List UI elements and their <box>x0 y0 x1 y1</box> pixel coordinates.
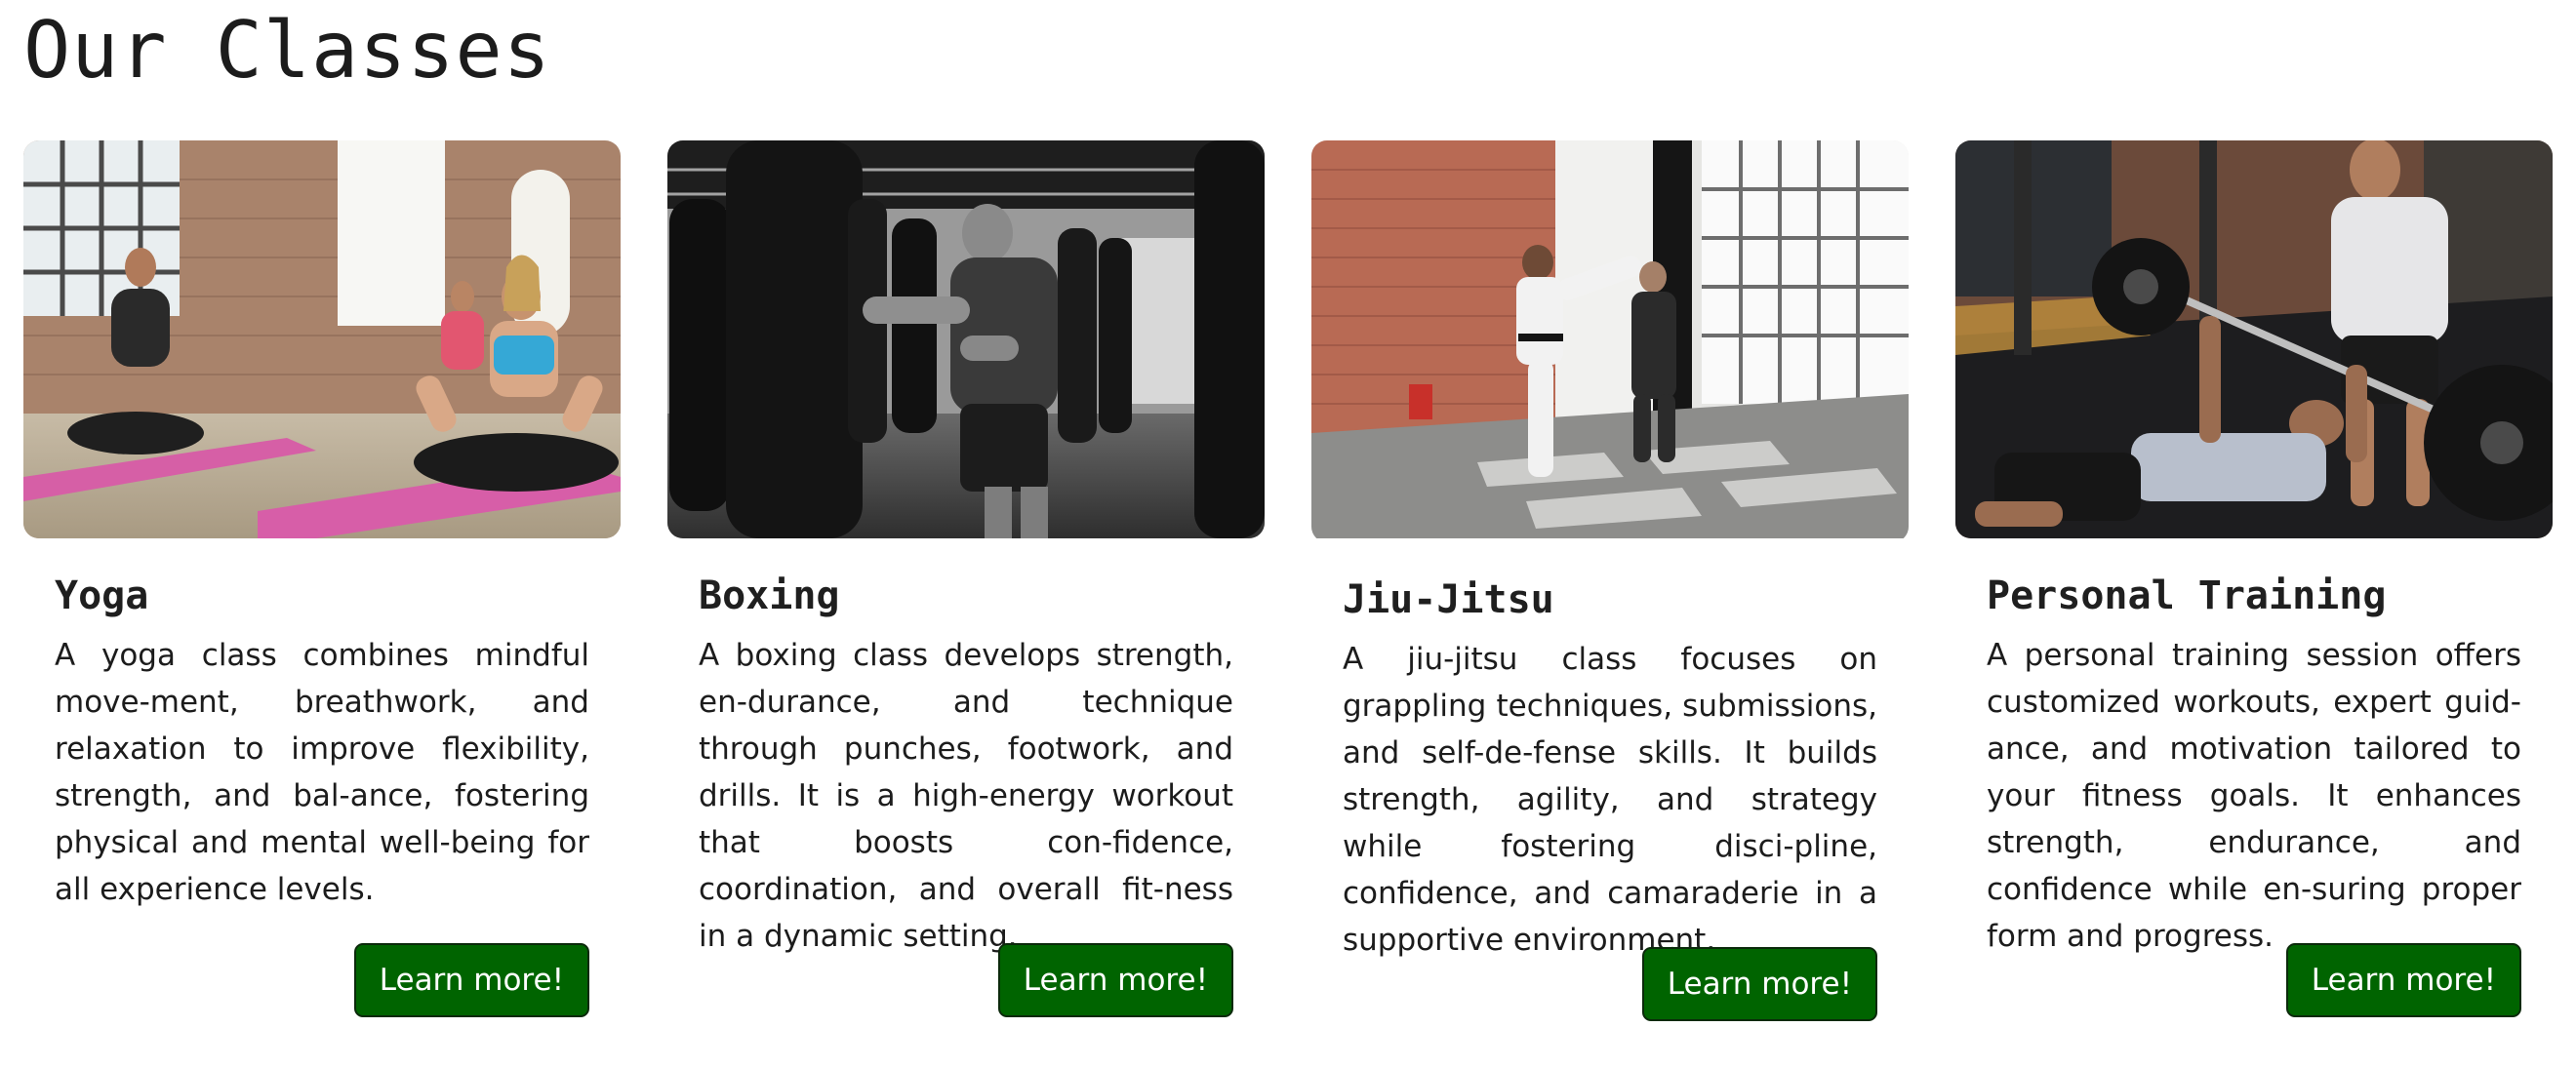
class-card-personal-training: Personal Training A personal training se… <box>1955 140 2553 1017</box>
page-title: Our Classes <box>23 5 551 96</box>
learn-more-button-jiu-jitsu[interactable]: Learn more! <box>1641 947 1877 1021</box>
jiu-jitsu-photo <box>1311 140 1909 542</box>
class-card-jiu-jitsu: Jiu-Jitsu A jiu-jitsu class focuses on g… <box>1311 140 1909 1021</box>
learn-more-button-personal-training[interactable]: Learn more! <box>2285 943 2521 1017</box>
class-title-personal-training: Personal Training <box>1987 573 2387 618</box>
yoga-photo <box>23 140 621 538</box>
class-title-jiu-jitsu: Jiu-Jitsu <box>1343 577 1554 622</box>
class-title-yoga: Yoga <box>55 573 149 618</box>
boxing-photo <box>667 140 1265 538</box>
class-description-personal-training: A personal training session offers custo… <box>1987 638 2521 954</box>
learn-more-button-boxing[interactable]: Learn more! <box>997 943 1233 1017</box>
class-description-jiu-jitsu: A jiu-jitsu class focuses on grappling t… <box>1343 642 1877 958</box>
class-description-yoga: A yoga class combines mindful move-ment,… <box>55 638 589 907</box>
class-description-boxing: A boxing class develops strength, en-dur… <box>699 638 1233 954</box>
learn-more-button-yoga[interactable]: Learn more! <box>353 943 589 1017</box>
class-card-yoga: Yoga A yoga class combines mindful move-… <box>23 140 621 1017</box>
class-card-boxing: Boxing A boxing class develops strength,… <box>667 140 1265 1017</box>
personal-training-photo <box>1955 140 2553 538</box>
class-title-boxing: Boxing <box>699 573 840 618</box>
